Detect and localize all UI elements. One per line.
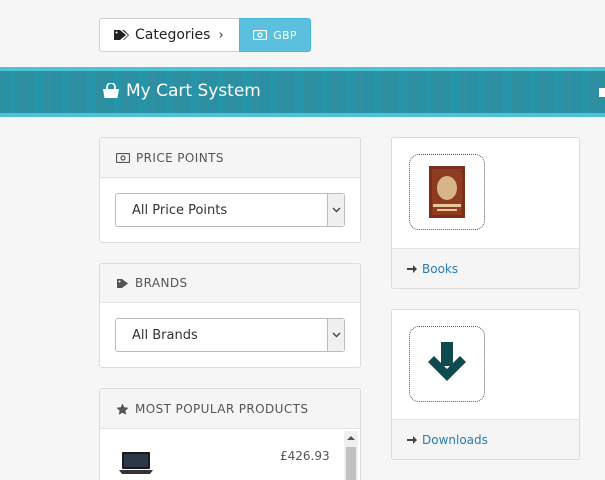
price-points-select[interactable]: All Price Points [115,193,345,227]
money-icon [116,152,130,163]
chevron-down-icon [327,319,344,351]
book-cover-icon [429,166,465,218]
most-popular-panel: MOST POPULAR PRODUCTS £426.93 [99,388,361,480]
scrollbar-thumb[interactable] [346,447,356,480]
site-banner: My Cart System [0,67,605,117]
price-points-heading: PRICE POINTS [100,138,360,178]
chevron-down-icon [327,194,344,226]
categories-button[interactable]: Categories › [99,18,240,52]
download-arrow-icon [428,342,466,381]
site-title[interactable]: My Cart System [102,81,261,101]
money-icon [253,30,268,40]
most-popular-heading: MOST POPULAR PRODUCTS [100,389,360,429]
categories-label: Categories [135,27,211,43]
top-navbar: Categories › GBP [0,0,605,67]
arrow-right-icon [407,264,417,273]
brands-heading-text: BRANDS [135,276,188,290]
price-points-panel: PRICE POINTS All Price Points [99,137,361,243]
downloads-label: Downloads [422,432,488,447]
most-popular-heading-text: MOST POPULAR PRODUCTS [135,401,309,416]
cart-icon[interactable] [599,85,605,97]
site-title-text: My Cart System [126,81,261,101]
books-label: Books [422,261,459,276]
category-card-books[interactable]: Books [391,137,580,289]
popular-scrollbar[interactable] [344,431,358,480]
product-price: £426.93 [280,449,330,463]
star-icon [116,403,129,415]
brands-panel: BRANDS All Brands [99,263,361,368]
price-points-heading-text: PRICE POINTS [136,150,224,165]
currency-button[interactable]: GBP [239,18,311,52]
chevron-right-icon: › [218,27,224,43]
currency-label: GBP [273,28,297,42]
downloads-thumbnail[interactable] [409,326,485,402]
category-card-downloads[interactable]: Downloads [391,309,580,460]
brands-value: All Brands [132,327,198,343]
downloads-link[interactable]: Downloads [392,419,579,459]
books-thumbnail[interactable] [409,154,485,230]
tags-icon [114,30,129,40]
books-link[interactable]: Books [392,248,579,288]
brands-heading: BRANDS [100,264,360,303]
scroll-up-icon[interactable] [347,435,355,441]
arrow-right-icon [407,435,417,444]
shopping-bag-icon [103,83,119,98]
laptop-thumbnail-icon [119,452,153,474]
tag-icon [117,278,128,288]
brands-select[interactable]: All Brands [115,318,345,352]
popular-product-item[interactable]: £426.93 [100,429,360,480]
price-points-value: All Price Points [132,202,228,218]
